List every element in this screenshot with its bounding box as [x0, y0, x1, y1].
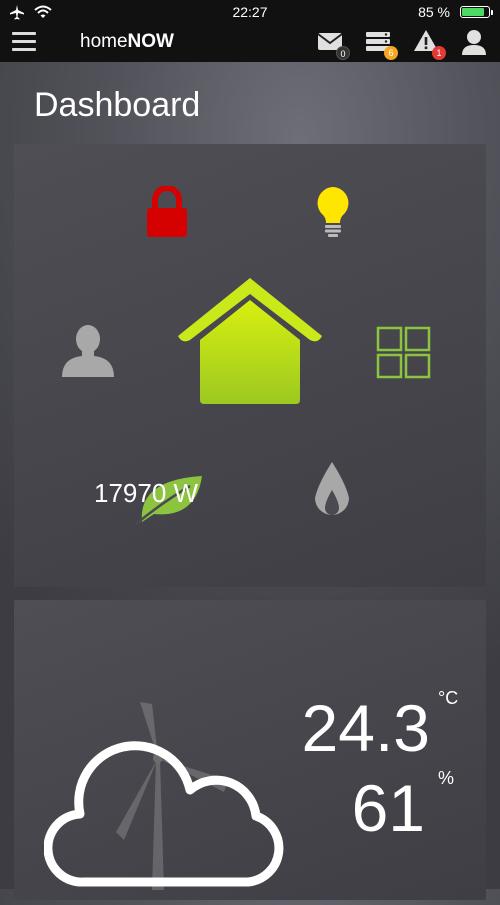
page-title: Dashboard — [34, 86, 201, 124]
person-icon — [62, 325, 114, 377]
weather-condition-tile[interactable] — [43, 730, 284, 905]
user-button[interactable] — [460, 28, 490, 58]
server-badge: 6 — [384, 46, 398, 60]
rooms-tile[interactable] — [376, 326, 432, 385]
battery-percent: 85 % — [418, 4, 450, 20]
alerts-badge: 1 — [432, 46, 446, 60]
cloud-icon — [43, 741, 284, 887]
messages-button[interactable]: 0 — [316, 28, 350, 60]
light-tile[interactable] — [316, 186, 350, 243]
presence-tile[interactable] — [60, 322, 116, 383]
server-button[interactable]: 6 — [364, 28, 398, 60]
power-reading: 17970 W — [94, 478, 199, 508]
user-icon — [462, 30, 486, 55]
lock-icon — [147, 185, 187, 237]
app-header: homeNOW 0 6 1 — [0, 24, 500, 62]
heating-tile[interactable] — [312, 460, 352, 531]
battery-fill — [462, 8, 485, 16]
temperature-value: 24.3 — [301, 691, 430, 765]
house-tile[interactable] — [178, 278, 322, 411]
lock-tile[interactable] — [146, 185, 188, 243]
house-icon — [178, 278, 322, 404]
status-bar: 22:27 85 % — [0, 0, 500, 24]
app-title: homeNOW — [80, 31, 174, 53]
brand-light: home — [80, 31, 128, 52]
flame-icon — [315, 462, 349, 515]
messages-badge: 0 — [336, 46, 350, 60]
brand-bold: NOW — [127, 31, 174, 52]
humidity-value: 61 — [351, 771, 425, 845]
alerts-button[interactable]: 1 — [412, 28, 446, 60]
temperature-unit: °C — [438, 688, 459, 708]
menu-icon[interactable] — [12, 32, 36, 52]
battery-icon — [460, 6, 493, 18]
humidity-unit: % — [438, 768, 455, 788]
grid-icon — [376, 326, 431, 379]
lightbulb-icon — [317, 187, 349, 237]
